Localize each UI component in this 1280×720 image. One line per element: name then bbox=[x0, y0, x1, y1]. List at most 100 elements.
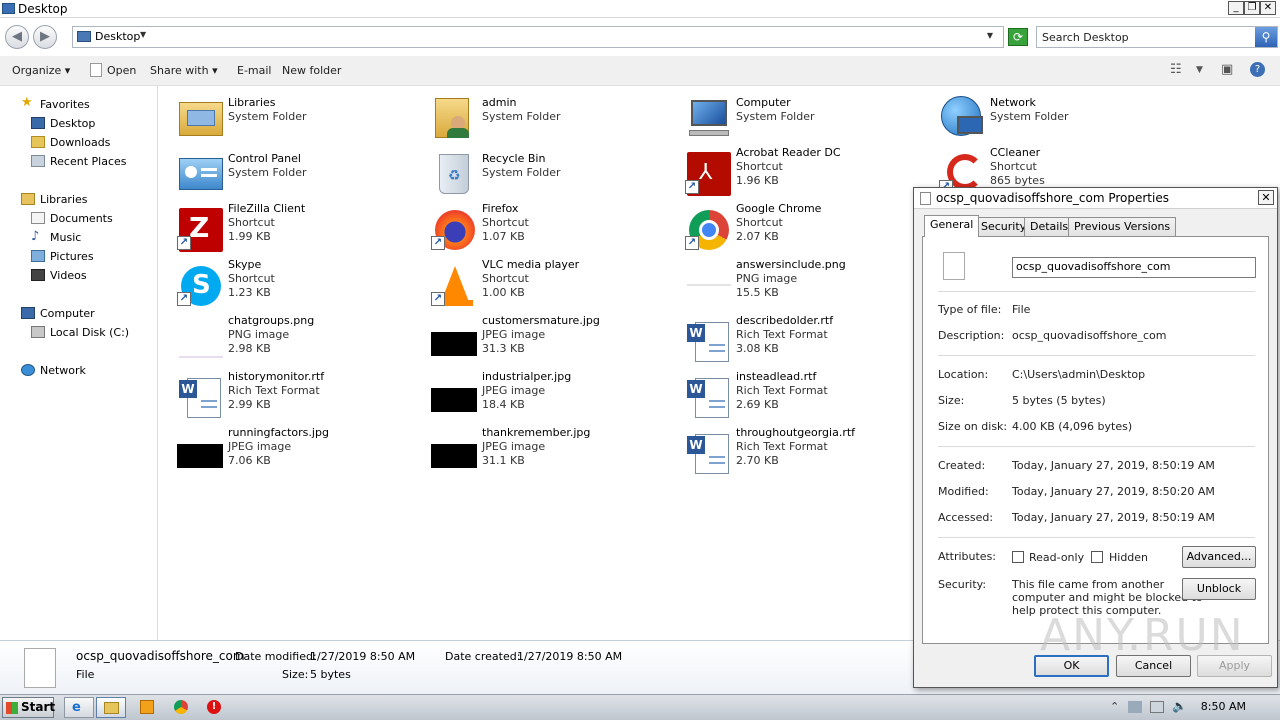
nav-downloads[interactable]: Downloads bbox=[50, 136, 110, 149]
preview-pane-icon[interactable]: ▣ bbox=[1221, 62, 1233, 77]
details-date-modified: 1/27/2019 8:50 AM bbox=[310, 650, 416, 663]
file-item-industrialper[interactable]: industrialper.jpg JPEG image 18.4 KB bbox=[431, 370, 681, 422]
filename-input[interactable]: ocsp_quovadisoffshore_com bbox=[1012, 257, 1256, 278]
breadcrumb-chevron-icon[interactable]: ▼ bbox=[140, 30, 146, 39]
file-size: 31.3 KB bbox=[482, 342, 525, 355]
dialog-close-button[interactable]: ✕ bbox=[1258, 190, 1274, 205]
security-text-line-2: computer and might be blocked to bbox=[1012, 591, 1203, 604]
network-tray-icon[interactable] bbox=[1150, 701, 1164, 713]
file-item-skype[interactable]: S ↗ Skype Shortcut 1.23 KB bbox=[177, 258, 427, 310]
restore-button[interactable]: ❐ bbox=[1244, 1, 1260, 15]
nav-computer[interactable]: Computer bbox=[40, 307, 95, 320]
search-icon[interactable]: ⚲ bbox=[1255, 27, 1277, 47]
file-item-admin[interactable]: admin System Folder bbox=[431, 92, 681, 142]
vlc-cone-icon: ↗ bbox=[431, 264, 479, 306]
file-size: 2.07 KB bbox=[736, 230, 779, 243]
file-item-vlc[interactable]: ↗ VLC media player Shortcut 1.00 KB bbox=[431, 258, 681, 310]
generic-file-icon bbox=[24, 648, 56, 688]
file-type: Rich Text Format bbox=[736, 384, 828, 397]
volume-icon[interactable]: 🔈 bbox=[1172, 699, 1187, 713]
explorer-icon bbox=[2, 3, 15, 14]
file-size: 1.99 KB bbox=[228, 230, 271, 243]
file-item-insteadlead[interactable]: W insteadlead.rtf Rich Text Format 2.69 KB bbox=[685, 370, 935, 422]
action-center-icon[interactable] bbox=[1128, 701, 1142, 713]
file-item-libraries[interactable]: Libraries System Folder bbox=[177, 92, 427, 142]
view-options-icon[interactable]: ☷ bbox=[1170, 62, 1182, 77]
recycle-bin-icon: ♻ bbox=[431, 152, 479, 194]
size-value: 5 bytes (5 bytes) bbox=[1012, 394, 1106, 407]
tab-previous-versions[interactable]: Previous Versions bbox=[1068, 217, 1177, 236]
file-item-runningfactors[interactable]: runningfactors.jpg JPEG image 7.06 KB bbox=[177, 426, 427, 478]
chrome-taskbar-icon[interactable] bbox=[174, 700, 188, 714]
file-type: PNG image bbox=[736, 272, 798, 285]
address-dropdown-icon[interactable]: ▼ bbox=[987, 31, 993, 40]
pictures-icon bbox=[31, 250, 45, 262]
email-button[interactable]: E-mail bbox=[237, 64, 272, 77]
clock[interactable]: 8:50 AM bbox=[1201, 700, 1246, 713]
tab-details[interactable]: Details bbox=[1024, 217, 1075, 236]
nav-local-disk[interactable]: Local Disk (C:) bbox=[50, 326, 129, 339]
close-button[interactable]: ✕ bbox=[1260, 1, 1276, 15]
nav-documents[interactable]: Documents bbox=[50, 212, 113, 225]
file-item-network[interactable]: Network System Folder bbox=[939, 92, 1189, 142]
nav-libraries[interactable]: Libraries bbox=[40, 193, 88, 206]
navigation-pane: ★ Favorites Desktop Downloads Recent Pla… bbox=[0, 86, 158, 640]
network-globe-icon bbox=[939, 96, 987, 138]
nav-music[interactable]: Music bbox=[50, 231, 81, 244]
nav-recent-places[interactable]: Recent Places bbox=[50, 155, 127, 168]
downloads-icon bbox=[31, 136, 45, 148]
media-player-icon[interactable] bbox=[140, 700, 154, 714]
file-item-describedolder[interactable]: W describedolder.rtf Rich Text Format 3.08… bbox=[685, 314, 935, 366]
file-item-firefox[interactable]: ↗ Firefox Shortcut 1.07 KB bbox=[431, 202, 681, 254]
tab-general[interactable]: General bbox=[924, 215, 980, 237]
file-item-thankremember[interactable]: thankremember.jpg JPEG image 31.1 KB bbox=[431, 426, 681, 478]
nav-videos[interactable]: Videos bbox=[50, 269, 87, 282]
nav-favorites[interactable]: Favorites bbox=[40, 98, 90, 111]
view-dropdown-icon[interactable]: ▼ bbox=[1196, 65, 1203, 75]
details-date-created-label: Date created: bbox=[445, 650, 521, 663]
file-item-chatgroups[interactable]: chatgroups.png PNG image 2.98 KB bbox=[177, 314, 427, 366]
explorer-taskbar-button[interactable] bbox=[96, 697, 126, 718]
refresh-button[interactable]: ⟳ bbox=[1008, 28, 1028, 46]
file-item-google-chrome[interactable]: ↗ Google Chrome Shortcut 2.07 KB bbox=[685, 202, 935, 254]
address-bar[interactable]: Desktop ▼ ▼ bbox=[72, 26, 1004, 48]
file-item-filezilla[interactable]: Z ↗ FileZilla Client Shortcut 1.99 KB bbox=[177, 202, 427, 254]
file-item-historymonitor[interactable]: W historymonitor.rtf Rich Text Format 2.99… bbox=[177, 370, 427, 422]
window-title: Desktop bbox=[18, 2, 68, 16]
firefox-icon: ↗ bbox=[431, 208, 479, 250]
organize-button[interactable]: Organize ▾ bbox=[12, 64, 70, 77]
start-button[interactable]: Start bbox=[2, 697, 55, 718]
file-item-throughoutgeorgia[interactable]: W throughoutgeorgia.rtf Rich Text Format 2… bbox=[685, 426, 935, 478]
file-item-answersinclude[interactable]: answersinclude.png PNG image 15.5 KB bbox=[685, 258, 935, 310]
advanced-button[interactable]: Advanced... bbox=[1182, 546, 1256, 568]
file-type: Shortcut bbox=[482, 216, 529, 229]
readonly-checkbox[interactable] bbox=[1012, 551, 1024, 563]
share-with-button[interactable]: Share with ▾ bbox=[150, 64, 218, 77]
search-box[interactable]: Search Desktop ⚲ bbox=[1036, 26, 1278, 48]
help-icon[interactable]: ? bbox=[1250, 62, 1265, 77]
minimize-button[interactable]: _ bbox=[1228, 1, 1244, 15]
hidden-checkbox[interactable] bbox=[1091, 551, 1103, 563]
open-button[interactable]: Open bbox=[107, 64, 136, 77]
libraries-icon bbox=[21, 193, 35, 205]
antivirus-taskbar-icon[interactable]: ! bbox=[207, 700, 221, 714]
search-placeholder: Search Desktop bbox=[1042, 31, 1129, 44]
back-button[interactable]: ◀ bbox=[5, 25, 29, 49]
file-item-computer[interactable]: Computer System Folder bbox=[685, 92, 935, 142]
forward-button[interactable]: ▶ bbox=[33, 25, 57, 49]
file-item-acrobat-reader[interactable]: ⅄ ↗ Acrobat Reader DC Shortcut 1.96 KB bbox=[685, 146, 935, 198]
ie-taskbar-button[interactable]: e bbox=[64, 697, 94, 718]
nav-pictures[interactable]: Pictures bbox=[50, 250, 94, 263]
show-hidden-icons-icon[interactable]: ⌃ bbox=[1110, 700, 1119, 713]
general-tab-panel: ocsp_quovadisoffshore_com Type of file: … bbox=[922, 236, 1269, 644]
nav-network[interactable]: Network bbox=[40, 364, 86, 377]
nav-desktop[interactable]: Desktop bbox=[50, 117, 95, 130]
unblock-button[interactable]: Unblock bbox=[1182, 578, 1256, 600]
file-item-control-panel[interactable]: Control Panel System Folder bbox=[177, 148, 427, 198]
file-item-customersmature[interactable]: customersmature.jpg JPEG image 31.3 KB bbox=[431, 314, 681, 366]
file-name: admin bbox=[482, 96, 517, 109]
size-on-disk-label: Size on disk: bbox=[938, 420, 1008, 433]
file-item-recycle-bin[interactable]: ♻ Recycle Bin System Folder bbox=[431, 148, 681, 198]
new-folder-button[interactable]: New folder bbox=[282, 64, 341, 77]
modified-value: Today, January 27, 2019, 8:50:20 AM bbox=[1012, 485, 1215, 498]
